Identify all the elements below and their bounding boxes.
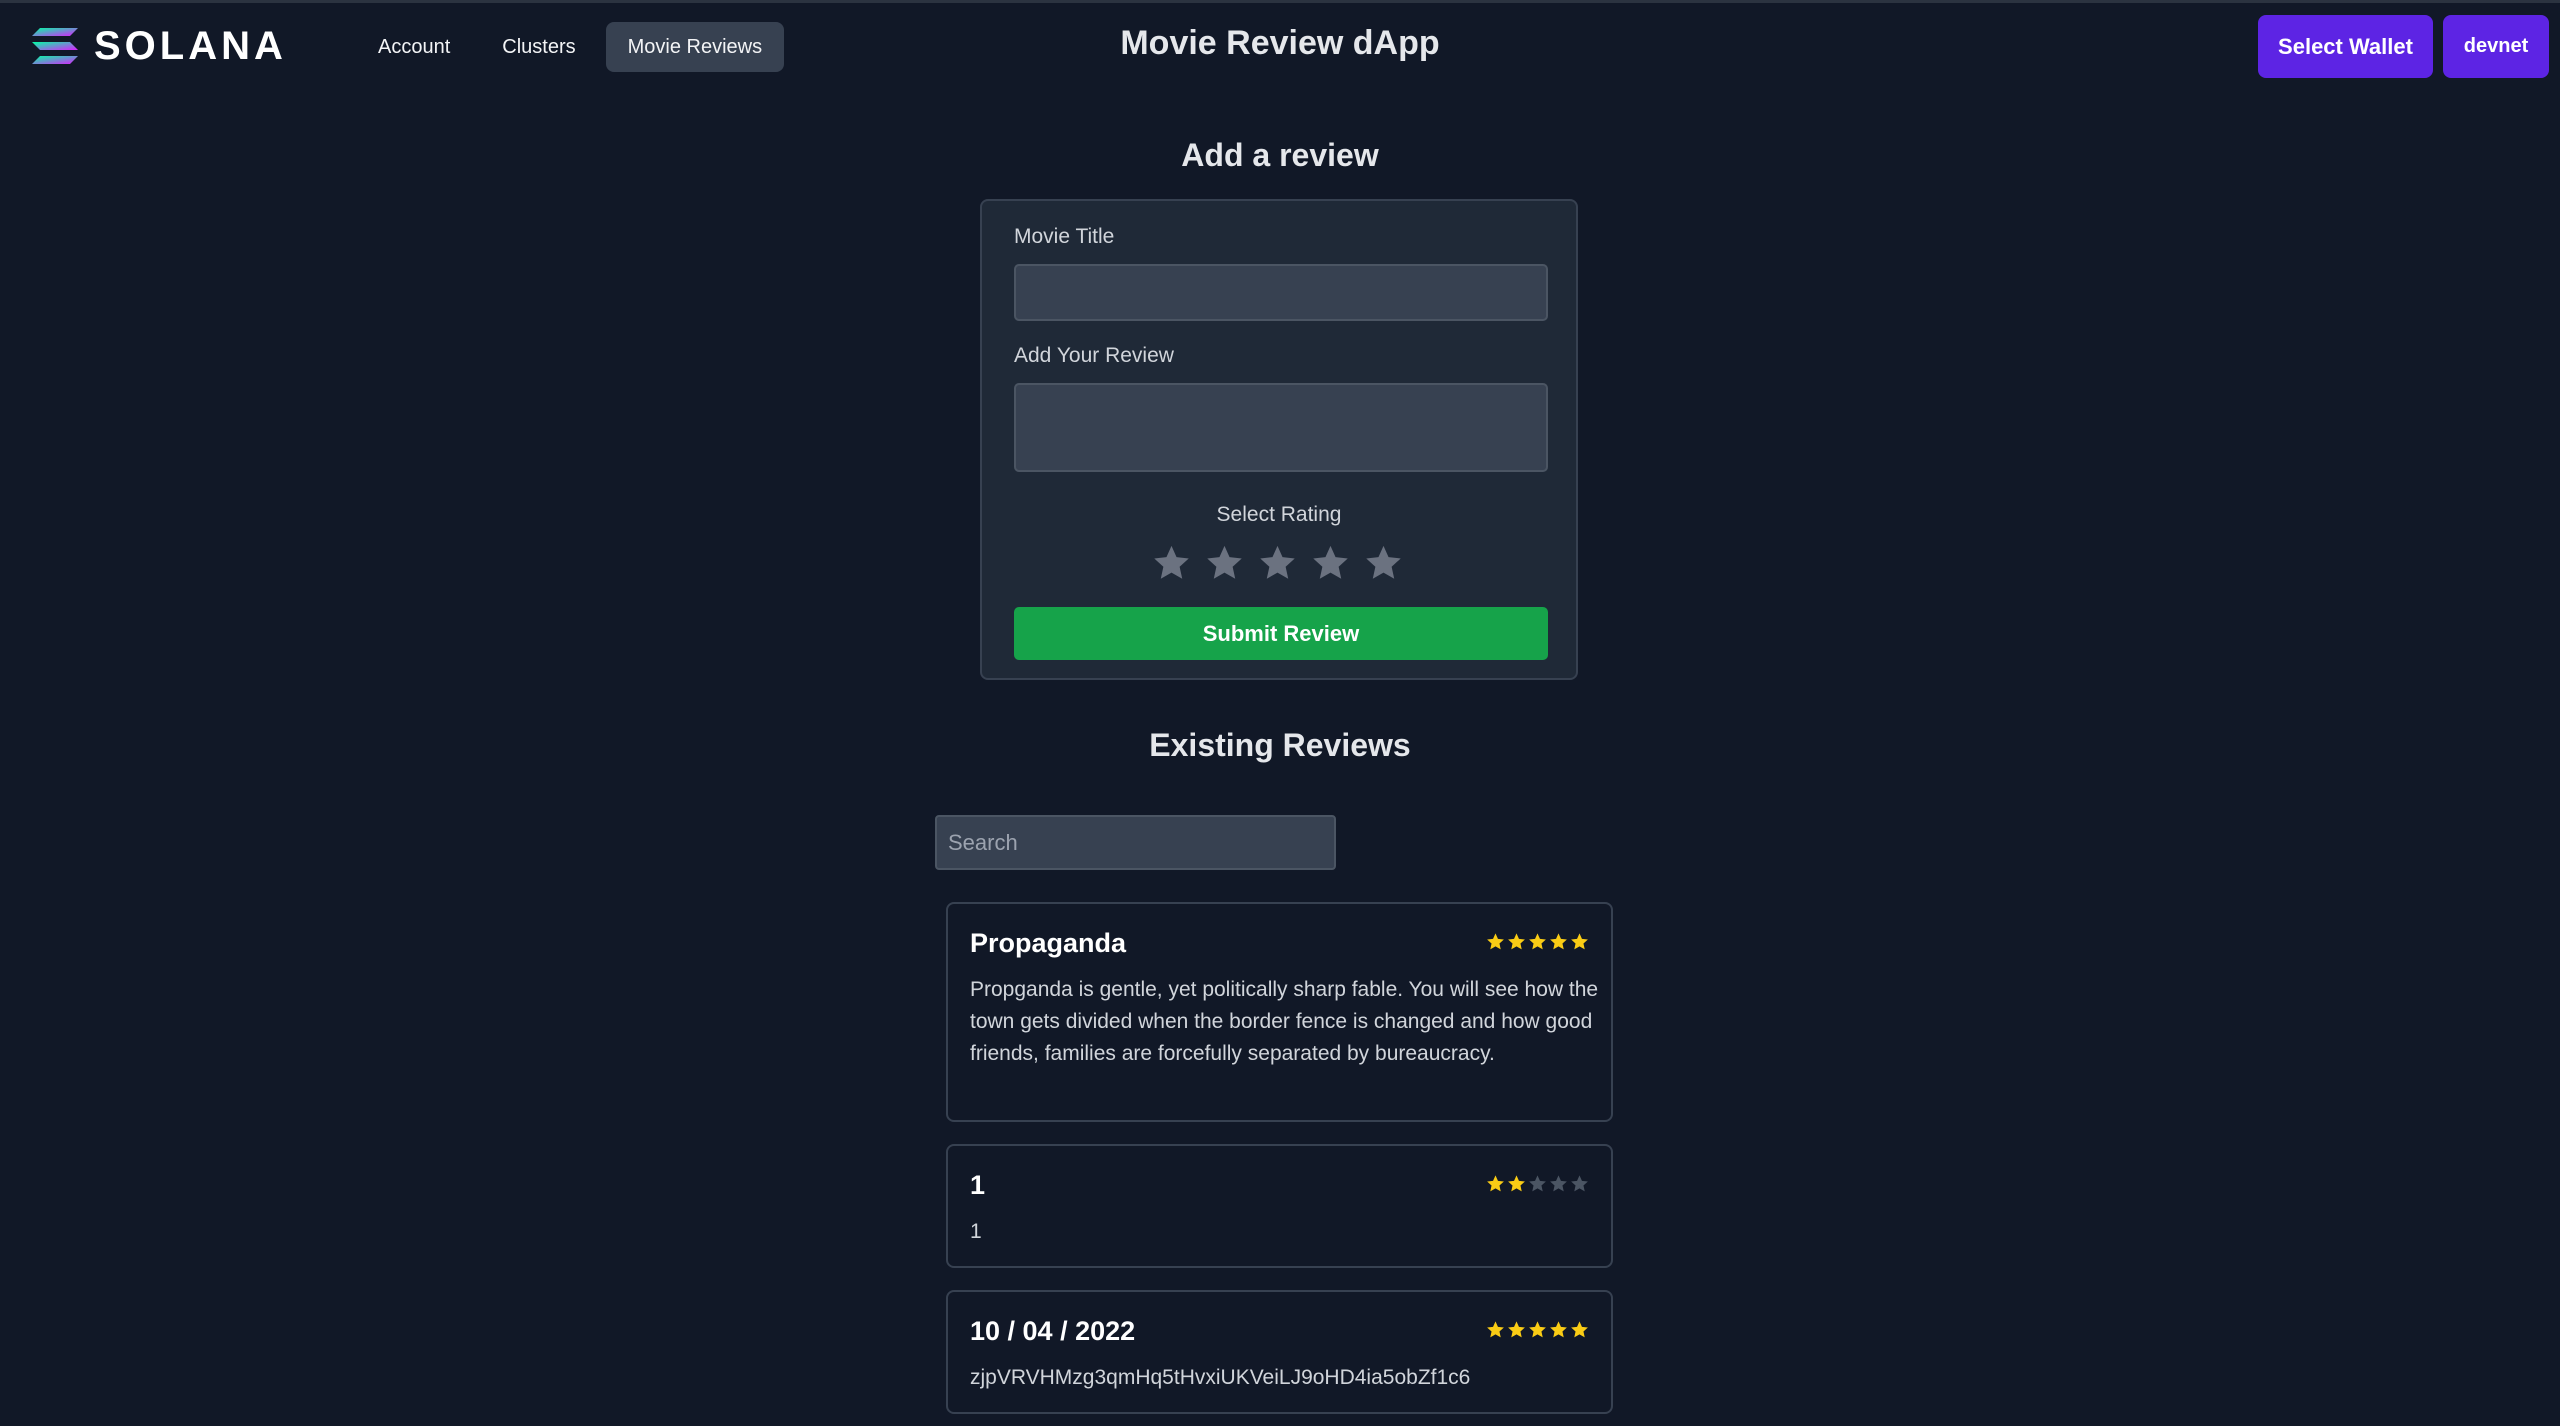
star-empty-icon bbox=[1529, 1175, 1546, 1192]
review-title: 10 / 04 / 2022 bbox=[970, 1316, 1136, 1346]
review-text: zjpVRVHMzg3qmHq5tHvxiUKVeiLJ9oHD4ia5obZf… bbox=[970, 1366, 1471, 1389]
rating-star-1-icon[interactable] bbox=[1152, 543, 1191, 582]
star-empty-icon bbox=[1571, 1175, 1588, 1192]
review-rating bbox=[1486, 1174, 1589, 1193]
star-empty-icon bbox=[1550, 1175, 1567, 1192]
existing-reviews-heading: Existing Reviews bbox=[1149, 727, 1411, 763]
movie-title-input[interactable] bbox=[1014, 264, 1548, 321]
review-card: 1 1 bbox=[946, 1144, 1613, 1268]
star-filled-icon bbox=[1550, 1321, 1567, 1338]
star-filled-icon bbox=[1529, 1321, 1546, 1338]
review-text: 1 bbox=[970, 1220, 982, 1243]
select-rating-label: Select Rating bbox=[1216, 503, 1342, 526]
rating-star-5-icon[interactable] bbox=[1364, 543, 1403, 582]
review-card: Propaganda Propganda is gentle, yet poli… bbox=[946, 902, 1613, 1122]
star-filled-icon bbox=[1571, 1321, 1588, 1338]
review-title: Propaganda bbox=[970, 928, 1127, 958]
app-title: Movie Review dApp bbox=[1120, 24, 1440, 62]
rating-star-4-icon[interactable] bbox=[1311, 543, 1350, 582]
review-label: Add Your Review bbox=[1014, 344, 1174, 367]
submit-review-button[interactable]: Submit Review bbox=[1014, 607, 1548, 660]
star-filled-icon bbox=[1487, 933, 1504, 950]
rating-star-3-icon[interactable] bbox=[1258, 543, 1297, 582]
cluster-button[interactable]: devnet bbox=[2443, 15, 2549, 78]
add-review-heading: Add a review bbox=[1181, 137, 1379, 173]
search-input[interactable] bbox=[935, 815, 1336, 870]
star-filled-icon bbox=[1508, 1175, 1525, 1192]
review-form: Movie Title Add Your Review Select Ratin… bbox=[980, 199, 1578, 680]
review-rating bbox=[1486, 1320, 1589, 1339]
rating-selector bbox=[1152, 543, 1403, 582]
movie-title-label: Movie Title bbox=[1014, 225, 1115, 248]
star-filled-icon bbox=[1550, 933, 1567, 950]
star-filled-icon bbox=[1529, 933, 1546, 950]
star-filled-icon bbox=[1487, 1321, 1504, 1338]
review-text: Propganda is gentle, yet politically sha… bbox=[970, 978, 1599, 1065]
star-filled-icon bbox=[1508, 1321, 1525, 1338]
review-title: 1 bbox=[970, 1170, 986, 1200]
star-filled-icon bbox=[1571, 933, 1588, 950]
rating-star-2-icon[interactable] bbox=[1205, 543, 1244, 582]
top-border bbox=[0, 0, 2560, 3]
select-wallet-button[interactable]: Select Wallet bbox=[2258, 15, 2433, 78]
review-textarea[interactable] bbox=[1014, 383, 1548, 472]
review-card: 10 / 04 / 2022 zjpVRVHMzg3qmHq5tHvxiUKVe… bbox=[946, 1290, 1613, 1414]
star-filled-icon bbox=[1508, 933, 1525, 950]
star-filled-icon bbox=[1487, 1175, 1504, 1192]
review-rating bbox=[1486, 932, 1589, 951]
